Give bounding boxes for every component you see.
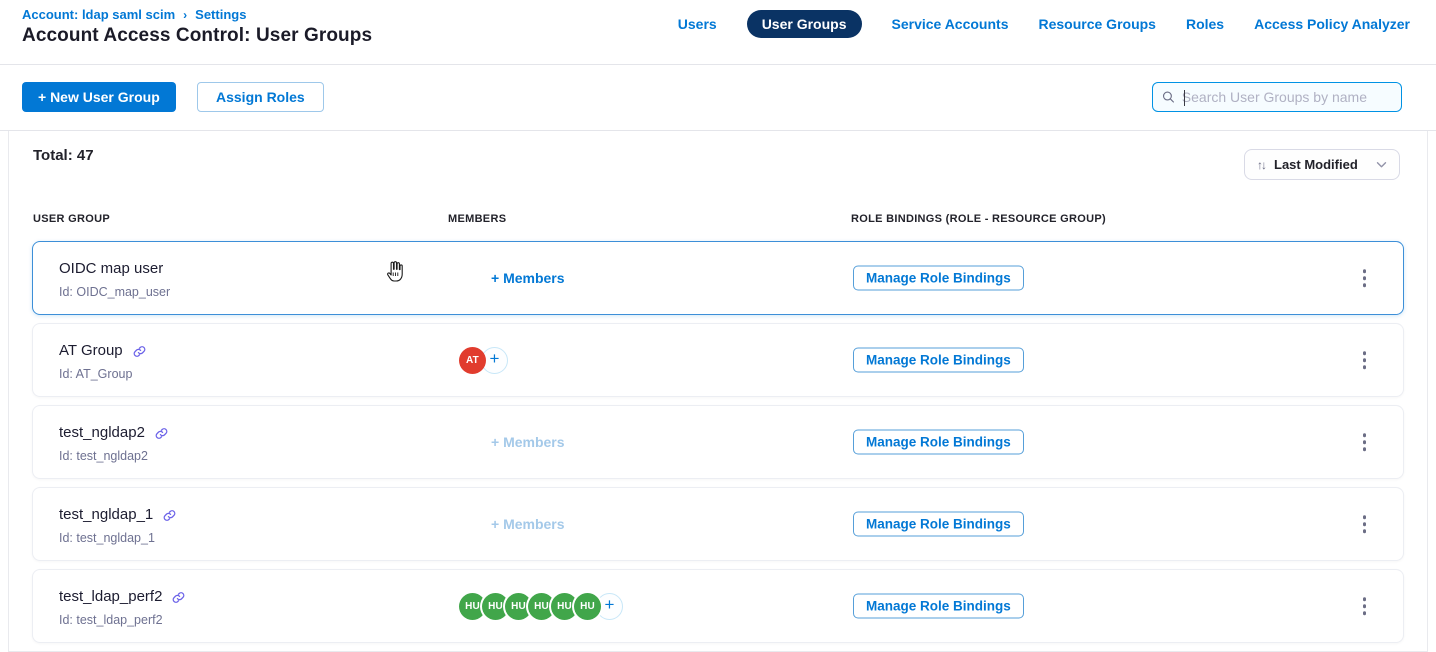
row-menu-button[interactable]	[1358, 591, 1372, 621]
chevron-down-icon	[1376, 161, 1387, 169]
add-members-link[interactable]: + Members	[491, 516, 565, 532]
members-cell: HU HU HU HU HU HU +	[459, 570, 689, 642]
page-header: Account: ldap saml scim › Settings Accou…	[0, 0, 1436, 65]
avatar: HU	[574, 593, 601, 620]
breadcrumb-separator-icon: ›	[183, 8, 187, 22]
manage-role-bindings-button[interactable]: Manage Role Bindings	[853, 348, 1024, 373]
user-group-id: Id: test_ngldap2	[59, 449, 148, 463]
manage-role-bindings-button[interactable]: Manage Role Bindings	[853, 430, 1024, 455]
user-group-id: Id: OIDC_map_user	[59, 285, 170, 299]
page-title: Account Access Control: User Groups	[22, 25, 372, 47]
assign-roles-button[interactable]: Assign Roles	[197, 82, 324, 112]
table-row[interactable]: test_ngldap_1 Id: test_ngldap_1 + Member…	[32, 487, 1404, 561]
search-input[interactable]	[1182, 89, 1392, 105]
search-box[interactable]	[1152, 82, 1402, 112]
sort-dropdown[interactable]: ↑↓ Last Modified	[1244, 149, 1400, 180]
top-nav: Users User Groups Service Accounts Resou…	[678, 0, 1410, 48]
link-icon	[133, 345, 146, 358]
column-header-role-bindings: ROLE BINDINGS (ROLE - RESOURCE GROUP)	[851, 213, 1106, 225]
avatar: AT	[459, 347, 486, 374]
new-user-group-button[interactable]: + New User Group	[22, 82, 176, 112]
user-group-name[interactable]: AT Group	[59, 342, 123, 359]
add-members-link[interactable]: + Members	[491, 434, 565, 450]
toolbar: + New User Group Assign Roles	[0, 65, 1436, 131]
user-group-id: Id: test_ldap_perf2	[59, 613, 163, 627]
breadcrumb-account-link[interactable]: Account: ldap saml scim	[22, 7, 175, 22]
tab-access-policy-analyzer[interactable]: Access Policy Analyzer	[1254, 16, 1410, 32]
row-menu-button[interactable]	[1358, 345, 1372, 375]
user-group-name[interactable]: test_ldap_perf2	[59, 588, 162, 605]
link-icon	[163, 509, 176, 522]
total-count: Total: 47	[33, 147, 94, 164]
manage-role-bindings-button[interactable]: Manage Role Bindings	[853, 266, 1024, 291]
sort-selected-value: Last Modified	[1274, 157, 1376, 172]
table-row[interactable]: OIDC map user Id: OIDC_map_user + Member…	[32, 241, 1404, 315]
manage-role-bindings-button[interactable]: Manage Role Bindings	[853, 594, 1024, 619]
table-row[interactable]: test_ldap_perf2 Id: test_ldap_perf2 HU H…	[32, 569, 1404, 643]
user-groups-panel: Total: 47 ↑↓ Last Modified USER GROUP ME…	[8, 131, 1428, 652]
table-row[interactable]: AT Group Id: AT_Group AT + Manage Role B…	[32, 323, 1404, 397]
members-cell: + Members	[459, 488, 689, 560]
breadcrumb-settings-link[interactable]: Settings	[195, 7, 246, 22]
search-icon	[1162, 90, 1175, 104]
row-menu-button[interactable]	[1358, 263, 1372, 293]
link-icon	[172, 591, 185, 604]
text-caret	[1184, 90, 1185, 106]
tab-user-groups[interactable]: User Groups	[747, 10, 862, 38]
row-menu-button[interactable]	[1358, 427, 1372, 457]
tab-users[interactable]: Users	[678, 16, 717, 32]
column-header-members: MEMBERS	[448, 213, 506, 225]
table-row[interactable]: test_ngldap2 Id: test_ngldap2 + Members …	[32, 405, 1404, 479]
column-header-user-group: USER GROUP	[33, 213, 110, 225]
breadcrumb: Account: ldap saml scim › Settings	[22, 7, 246, 22]
user-group-name[interactable]: test_ngldap2	[59, 424, 145, 441]
user-group-list: OIDC map user Id: OIDC_map_user + Member…	[32, 241, 1404, 651]
members-cell: AT +	[459, 324, 689, 396]
members-cell: + Members	[459, 242, 689, 314]
tab-service-accounts[interactable]: Service Accounts	[892, 16, 1009, 32]
manage-role-bindings-button[interactable]: Manage Role Bindings	[853, 512, 1024, 537]
user-groups-page: Account: ldap saml scim › Settings Accou…	[0, 0, 1436, 652]
user-group-id: Id: test_ngldap_1	[59, 531, 155, 545]
user-group-id: Id: AT_Group	[59, 367, 132, 381]
user-group-name[interactable]: test_ngldap_1	[59, 506, 153, 523]
tab-resource-groups[interactable]: Resource Groups	[1038, 16, 1155, 32]
link-icon	[155, 427, 168, 440]
row-menu-button[interactable]	[1358, 509, 1372, 539]
members-cell: + Members	[459, 406, 689, 478]
sort-arrows-icon: ↑↓	[1257, 158, 1265, 172]
tab-roles[interactable]: Roles	[1186, 16, 1224, 32]
add-members-link[interactable]: + Members	[491, 270, 565, 286]
user-group-name[interactable]: OIDC map user	[59, 260, 163, 277]
